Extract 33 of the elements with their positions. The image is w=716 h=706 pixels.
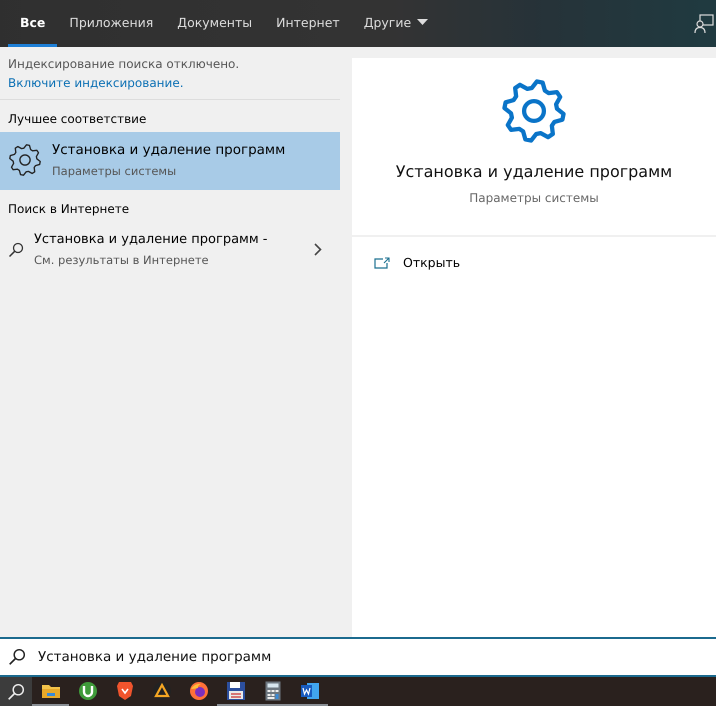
open-action[interactable]: Открыть	[374, 255, 694, 270]
globe-icon[interactable]	[188, 680, 208, 700]
document-icon[interactable]	[300, 680, 320, 700]
result-subtitle: Параметры системы	[52, 164, 178, 178]
tab[interactable]: Интернет	[264, 0, 352, 47]
search-icon	[8, 648, 26, 666]
result-subtitle: См. результаты в Интернете	[34, 253, 210, 267]
gear-icon	[501, 78, 567, 144]
gear-icon	[8, 143, 42, 177]
section-heading: Поиск в Интернете	[7, 201, 130, 218]
result-title: Установка и удаление программ	[52, 142, 286, 158]
tab[interactable]: Приложения	[57, 0, 166, 47]
calculator-icon[interactable]	[264, 680, 280, 700]
detail-subtitle: Параметры системы	[469, 191, 599, 205]
enable-indexing-link[interactable]: Включите индексирование.	[8, 76, 184, 90]
result-item[interactable]: Установка и удаление программ Параметры системы	[0, 132, 340, 190]
chevron-icon[interactable]	[314, 243, 322, 256]
tab[interactable]: Другие	[352, 0, 440, 47]
search-box[interactable]: Установка и удаление программ	[0, 637, 716, 677]
detail-title: Установка и удаление программ	[396, 162, 672, 181]
open-window-icon	[374, 256, 390, 268]
caret-icon	[417, 19, 428, 25]
feedback-icon[interactable]	[694, 14, 714, 34]
arrow-circle-icon[interactable]	[78, 680, 98, 700]
result-item[interactable]: Установка и удаление программ - См. результаты в Интернете	[0, 222, 340, 277]
result-title: Установка и удаление программ -	[34, 232, 268, 247]
search-field[interactable]: Установка и удаление программ	[38, 649, 716, 665]
search-icon	[8, 242, 24, 258]
section-heading: Лучшее соответствие	[7, 111, 148, 128]
search-icon	[7, 682, 25, 700]
shield-icon[interactable]	[116, 680, 134, 700]
tab[interactable]: Документы	[165, 0, 264, 47]
notice-text: Индексирование поиска отключено.	[8, 57, 240, 71]
